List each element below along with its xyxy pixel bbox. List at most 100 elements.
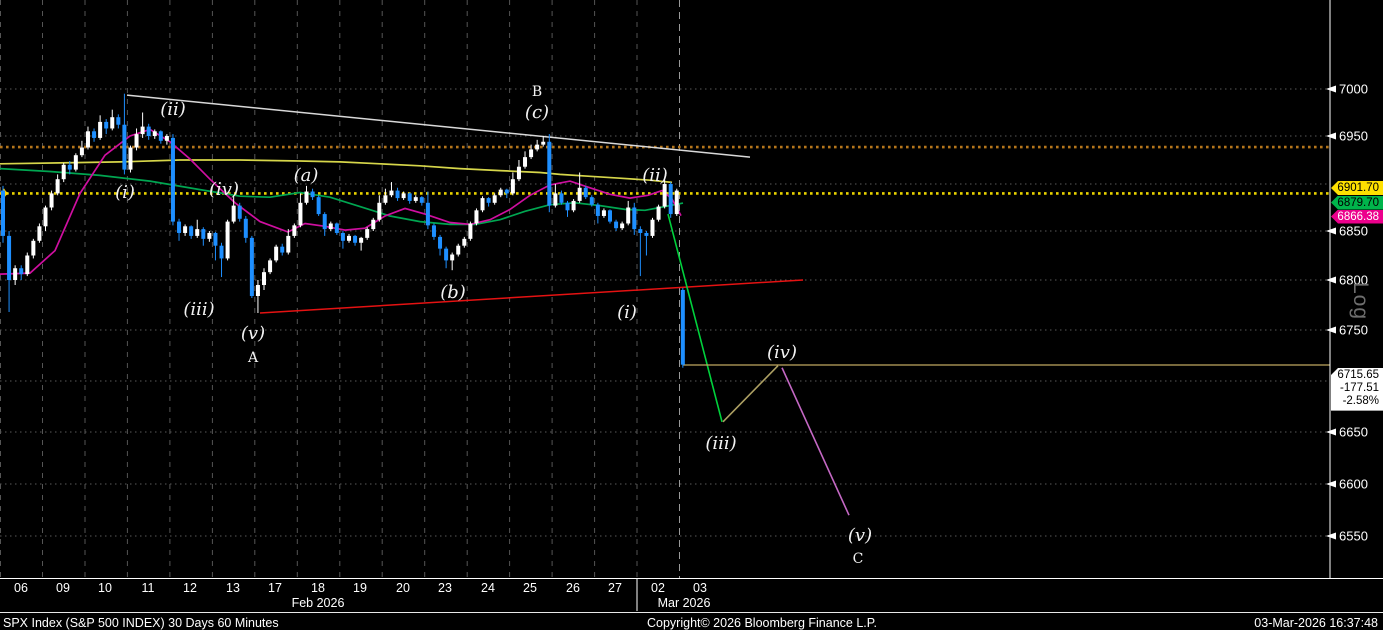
- candle-body: [614, 222, 618, 229]
- candle-body: [420, 197, 424, 203]
- y-tick-label: 6600: [1339, 477, 1368, 492]
- candle-body: [122, 125, 126, 170]
- candle-body: [487, 198, 491, 203]
- last-price-box: 6715.65 -177.51 -2.58%: [1331, 368, 1383, 411]
- candle-body: [25, 256, 29, 275]
- y-tick-label: 6950: [1339, 129, 1368, 144]
- y-tick-arrow: [1326, 133, 1336, 140]
- candle-body: [250, 238, 254, 296]
- candle-body: [626, 208, 630, 224]
- x-tick-label: 06: [14, 581, 28, 595]
- candle-body: [141, 127, 145, 135]
- x-tick-label: 27: [608, 581, 622, 595]
- timestamp: 03-Mar-2026 16:37:48: [1254, 616, 1378, 630]
- candle-body: [456, 246, 460, 255]
- x-tick-label: 23: [438, 581, 452, 595]
- candle-body: [286, 236, 290, 253]
- candle-body: [19, 268, 23, 274]
- candle-body: [650, 220, 654, 236]
- bloomberg-chart-screen: (i)(ii)(iii)(iv)(v)A(a)(b)B(c)(i)(ii)(ii…: [0, 0, 1383, 630]
- candle-body: [153, 131, 157, 136]
- wave-label: (b): [440, 282, 466, 303]
- candle-body: [644, 233, 648, 236]
- x-tick-label: 25: [523, 581, 537, 595]
- x-tick-label: 13: [226, 581, 240, 595]
- candle-body: [305, 192, 309, 203]
- x-tick-label: 18: [311, 581, 325, 595]
- candle-body: [256, 285, 260, 296]
- candle-body: [213, 233, 217, 246]
- footer-bar: SPX Index (S&P 500 INDEX) 30 Days 60 Min…: [0, 612, 1383, 630]
- candle-body: [402, 193, 406, 198]
- projection-wave-iii: [668, 214, 722, 422]
- candle-body: [414, 197, 418, 201]
- candle-body: [274, 247, 278, 261]
- candle-body: [462, 239, 466, 246]
- candle-body: [262, 272, 266, 285]
- candle-body: [547, 142, 551, 206]
- candle-body: [535, 145, 539, 150]
- candle-body: [383, 195, 387, 203]
- candle-body: [189, 226, 193, 236]
- x-tick-label: 12: [183, 581, 197, 595]
- candle-body: [232, 206, 236, 222]
- candle-body: [602, 210, 606, 216]
- wave-label: (iv): [767, 342, 797, 363]
- ma-yellow: [0, 160, 672, 182]
- chart-title: SPX Index (S&P 500 INDEX) 30 Days 60 Min…: [3, 616, 279, 630]
- candle-body: [584, 188, 588, 197]
- candle-body: [632, 208, 636, 230]
- wave-label: A: [247, 350, 259, 366]
- wave-label: (c): [525, 102, 549, 123]
- candle-body: [529, 149, 533, 157]
- candle-body: [165, 136, 169, 141]
- candle-body: [681, 290, 685, 365]
- candle-body: [663, 184, 667, 207]
- pct-change: -2.58%: [1331, 395, 1379, 408]
- x-tick-label: 20: [396, 581, 410, 595]
- ma-magenta-price-badge: 6866.38: [1331, 210, 1383, 224]
- candle-body: [110, 117, 114, 128]
- x-tick-label: 11: [142, 581, 155, 595]
- candle-body: [371, 220, 375, 229]
- candle-body: [292, 225, 296, 236]
- candle-body: [335, 223, 339, 232]
- candle-body: [499, 190, 503, 196]
- candle-body: [566, 203, 570, 211]
- candle-body: [505, 190, 509, 194]
- x-tick-label: 03: [693, 581, 707, 595]
- candle-body: [657, 207, 661, 220]
- candle-body: [147, 127, 151, 136]
- candle-body: [578, 188, 582, 201]
- candle-body: [620, 223, 624, 228]
- candle-body: [608, 210, 612, 221]
- candle-body: [590, 197, 594, 205]
- x-tick-label: 26: [566, 581, 580, 595]
- candle-body: [31, 241, 35, 256]
- y-tick-arrow: [1326, 228, 1336, 235]
- y-tick-arrow: [1326, 86, 1336, 93]
- candle-body: [177, 222, 181, 233]
- price-chart[interactable]: (i)(ii)(iii)(iv)(v)A(a)(b)B(c)(i)(ii)(ii…: [0, 0, 1383, 612]
- y-tick-arrow: [1326, 429, 1336, 436]
- candle-body: [226, 222, 230, 259]
- candle-body: [195, 229, 199, 236]
- x-tick-label: 24: [481, 581, 495, 595]
- candle-body: [675, 191, 679, 215]
- candle-body: [359, 238, 363, 243]
- candle-body: [426, 203, 430, 226]
- wave-label: B: [532, 84, 542, 100]
- y-tick-arrow: [1326, 327, 1336, 334]
- candle-body: [183, 226, 187, 233]
- candle-body: [596, 205, 600, 216]
- y-tick-arrow: [1326, 481, 1336, 488]
- candle-body: [669, 184, 673, 214]
- candle-body: [572, 201, 576, 210]
- candle-body: [74, 155, 78, 169]
- candle-body: [444, 249, 448, 261]
- candle-body: [56, 179, 60, 193]
- red-trendline: [260, 280, 803, 313]
- candle-body: [511, 179, 515, 193]
- candle-body: [481, 198, 485, 210]
- wave-label: (v): [848, 525, 872, 546]
